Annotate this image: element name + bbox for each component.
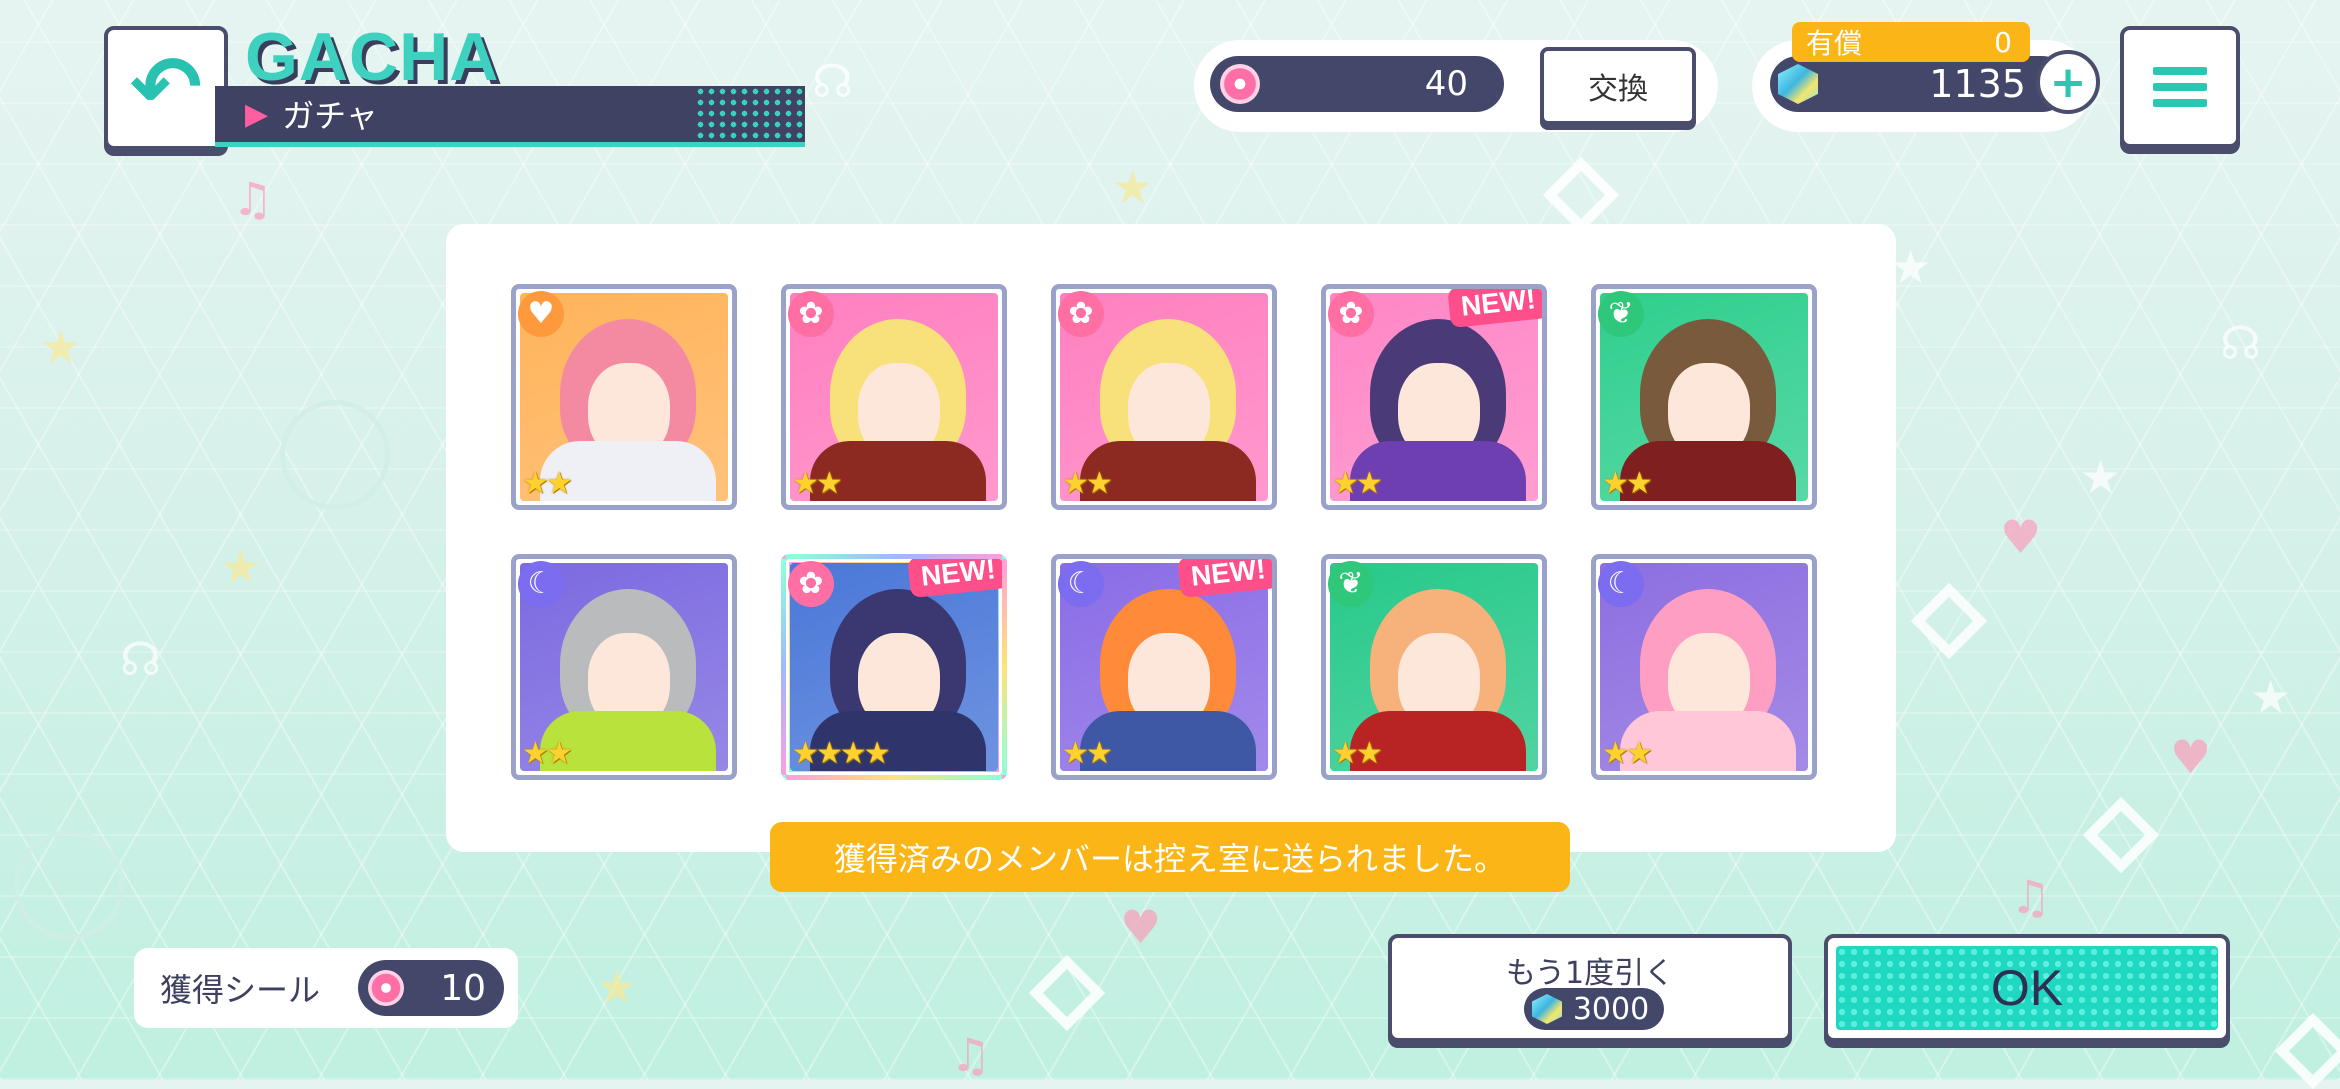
rarity-stars: ★★ <box>522 466 573 501</box>
ok-label: OK <box>1836 946 2218 1030</box>
star-decoration-icon: ★ <box>220 540 262 594</box>
member-card[interactable]: ✿ ★★ <box>781 284 1007 510</box>
member-card[interactable]: ❦ ★★ <box>1321 554 1547 780</box>
page-subtitle-band: ▶ ガチャ <box>215 86 805 147</box>
seal-counter: 40 <box>1210 56 1504 112</box>
crystal-gem-icon <box>1532 994 1562 1024</box>
rarity-stars: ★★ <box>1062 466 1113 501</box>
crystal-gem-icon <box>1778 64 1818 104</box>
pure-attribute-icon: ❦ <box>1598 291 1644 337</box>
menu-button[interactable] <box>2120 26 2240 148</box>
star-icon: ★ <box>2080 450 2122 504</box>
pull-again-cost-value: 3000 <box>1572 991 1650 1027</box>
member-card[interactable]: ♥ ★★ <box>511 284 737 510</box>
play-triangle-icon: ▶ <box>245 96 269 132</box>
cool-attribute-icon: ☾ <box>1058 561 1104 607</box>
cute-attribute-icon: ✿ <box>788 561 834 607</box>
ring-decoration <box>14 830 124 940</box>
notice-banner: 獲得済みのメンバーは控え室に送られました。 <box>770 822 1570 892</box>
back-button[interactable]: ↶ <box>104 26 228 150</box>
seal-coin-icon <box>368 970 404 1006</box>
member-card[interactable]: ✿ ★★ NEW! <box>1321 284 1547 510</box>
gem-count: 1135 <box>1929 62 2026 106</box>
hamburger-line <box>2153 83 2207 91</box>
headphones-icon: ☊ <box>120 632 161 686</box>
earned-seal-count: 10 <box>440 967 486 1009</box>
cute-attribute-icon: ✿ <box>788 291 834 337</box>
seal-coin-icon <box>1220 64 1260 104</box>
rarity-stars: ★★ <box>792 466 843 501</box>
rarity-stars: ★★ <box>1602 466 1653 501</box>
page-subtitle: ガチャ <box>282 97 378 135</box>
star-icon: ★ <box>2250 670 2292 724</box>
pull-again-cost: 3000 <box>1524 988 1664 1030</box>
rarity-stars: ★★ <box>1602 736 1653 771</box>
earned-seal-label: 獲得シール <box>160 971 321 1009</box>
hamburger-line <box>2153 99 2207 107</box>
music-note-icon: ♫ <box>232 172 274 226</box>
exchange-button[interactable]: 交換 <box>1540 47 1696 125</box>
ok-button[interactable]: OK <box>1824 934 2230 1042</box>
paid-count: 0 <box>1994 25 2012 59</box>
member-card[interactable]: ☾ ★★ <box>511 554 737 780</box>
earned-seal-counter: 10 <box>358 960 504 1016</box>
music-note-icon: ♫ <box>2010 870 2052 924</box>
member-card[interactable]: ☾ ★★ <box>1591 554 1817 780</box>
paid-gem-badge: 有償 0 <box>1792 22 2030 62</box>
heart-icon: ♥ <box>2000 510 2042 564</box>
hamburger-menu-icon <box>2153 67 2207 75</box>
seal-count: 40 <box>1424 64 1468 104</box>
member-card[interactable]: ☾ ★★ NEW! <box>1051 554 1277 780</box>
page-title: GACHA <box>245 19 500 95</box>
star-decoration-icon: ★ <box>40 320 82 374</box>
rarity-stars: ★★ <box>1062 736 1113 771</box>
heart-icon: ♥ <box>1120 900 1162 954</box>
rarity-stars: ★★ <box>1332 736 1383 771</box>
dot-pattern <box>695 86 805 142</box>
star-decoration-icon: ★ <box>596 960 638 1014</box>
rarity-stars: ★★★★ <box>792 736 891 771</box>
rarity-stars: ★★ <box>1332 466 1383 501</box>
cute-attribute-icon: ✿ <box>1328 291 1374 337</box>
headphones-icon: ☊ <box>2220 316 2261 370</box>
earned-seal-panel: 獲得シール 10 <box>134 948 518 1028</box>
back-arrow-icon: ↶ <box>129 38 203 138</box>
pull-again-button[interactable]: もう1度引く 3000 <box>1388 934 1792 1042</box>
happy-attribute-icon: ♥ <box>518 291 564 337</box>
heart-icon: ♥ <box>2170 730 2212 784</box>
buy-gems-button[interactable]: + <box>2036 50 2100 114</box>
rarity-stars: ★★ <box>522 736 573 771</box>
cool-attribute-icon: ☾ <box>1598 561 1644 607</box>
member-card[interactable]: ✿ ★★ <box>1051 284 1277 510</box>
gem-counter: 1135 <box>1770 56 2070 112</box>
member-card[interactable]: ✿ ★★★★ NEW! <box>781 554 1007 780</box>
ring-decoration <box>280 400 390 510</box>
cool-attribute-icon: ☾ <box>518 561 564 607</box>
pull-again-label: もう1度引く <box>1505 956 1675 991</box>
headphones-icon: ☊ <box>812 54 853 108</box>
cute-attribute-icon: ✿ <box>1058 291 1104 337</box>
paid-label: 有償 <box>1806 27 1863 60</box>
pure-attribute-icon: ❦ <box>1328 561 1374 607</box>
star-decoration-icon: ★ <box>1112 160 1154 214</box>
music-note-icon: ♫ <box>950 1028 992 1082</box>
member-card[interactable]: ❦ ★★ <box>1591 284 1817 510</box>
star-icon: ★ <box>1890 240 1932 294</box>
